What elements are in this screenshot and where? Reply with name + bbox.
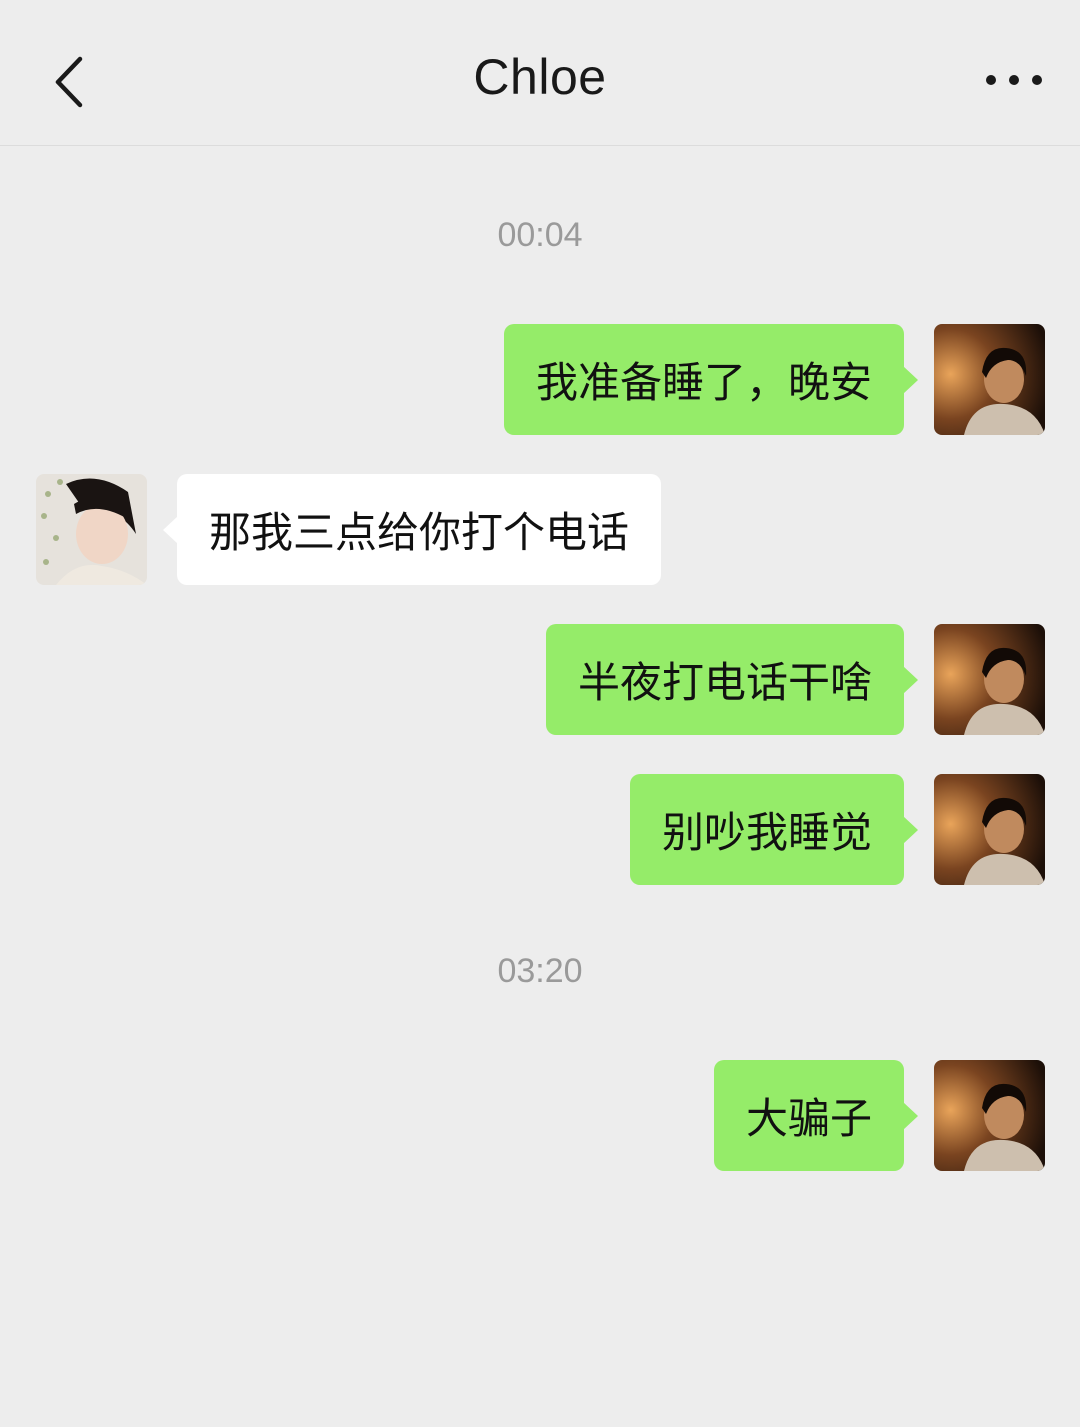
message-bubble-outgoing[interactable]: 半夜打电话干啥	[545, 624, 919, 735]
chat-header: Chloe	[0, 0, 1080, 146]
my-avatar[interactable]	[934, 1060, 1045, 1171]
my-avatar[interactable]	[934, 324, 1045, 435]
my-avatar[interactable]	[934, 624, 1045, 735]
message-bubble-outgoing[interactable]: 我准备睡了，晚安	[503, 324, 919, 435]
message-bubble-incoming[interactable]: 那我三点给你打个电话	[162, 474, 662, 585]
timestamp: 03:20	[497, 952, 583, 990]
chat-title: Chloe	[473, 49, 607, 105]
contact-avatar[interactable]	[36, 474, 147, 585]
my-avatar[interactable]	[934, 774, 1045, 885]
more-button[interactable]	[980, 58, 1050, 102]
message-bubble-outgoing[interactable]: 大骗子	[713, 1060, 919, 1171]
timestamp: 00:04	[497, 216, 583, 254]
message-bubble-outgoing[interactable]: 别吵我睡觉	[629, 774, 919, 885]
more-dots-icon	[986, 75, 1042, 85]
